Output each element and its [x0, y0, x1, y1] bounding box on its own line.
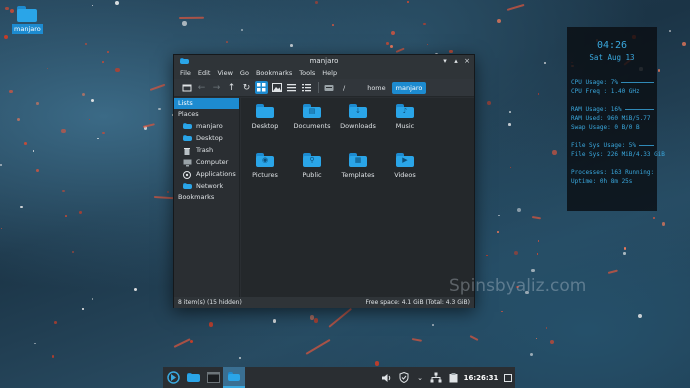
file-item-videos[interactable]: ▶ Videos [382, 153, 428, 179]
sidebar: Lists Places manjaro Desktop Trash Compu… [174, 98, 240, 297]
conky-ram-usage: RAM Usage: 16% [567, 105, 657, 114]
taskbar-clock[interactable]: 16:26:31 [461, 367, 501, 388]
documents-folder-icon: ▤ [303, 104, 321, 118]
folder-icon [17, 6, 37, 22]
menu-tools[interactable]: Tools [299, 69, 315, 77]
desktop-folder-icon [183, 134, 192, 142]
home-folder-icon [183, 122, 192, 130]
new-window-icon[interactable] [180, 81, 193, 94]
file-item-documents[interactable]: ▤ Documents [289, 104, 335, 130]
app-launcher-icon[interactable] [163, 367, 183, 388]
breadcrumb-home[interactable]: home [363, 82, 389, 94]
conky-swap: Swap Usage: 0 B/0 B [571, 124, 640, 131]
network-icon[interactable] [427, 367, 445, 388]
menu-bookmarks[interactable]: Bookmarks [256, 69, 292, 77]
sidebar-places-header: Places [178, 110, 199, 118]
conky-cpu-usage: CPU Usage: 7% [567, 78, 657, 87]
status-item-count: 8 item(s) (15 hidden) [178, 299, 242, 306]
window-titlebar[interactable]: manjaro ▾ ▴ × [174, 55, 474, 67]
icon-view-icon[interactable] [255, 81, 268, 94]
templates-folder-icon: ▦ [349, 153, 367, 167]
desktop-folder-icon [256, 104, 274, 118]
drive-icon[interactable] [322, 81, 335, 94]
task-file-manager[interactable] [223, 367, 245, 388]
app-folder-icon [180, 58, 189, 64]
toolbar: ← → ↑ ↻ / home manjaro [174, 79, 474, 97]
close-icon[interactable]: × [462, 55, 472, 67]
sidebar-item-network[interactable]: Network [174, 180, 239, 192]
forward-arrow-icon[interactable]: → [210, 81, 223, 94]
sidebar-item-trash[interactable]: Trash [174, 144, 239, 156]
maximize-icon[interactable]: ▴ [451, 55, 461, 67]
videos-folder-icon: ▶ [396, 153, 414, 167]
sidebar-item-manjaro[interactable]: manjaro [174, 120, 239, 132]
show-desktop-icon[interactable] [501, 367, 515, 388]
menu-go[interactable]: Go [240, 69, 249, 77]
conky-time: 04:26 [596, 40, 628, 51]
menu-file[interactable]: File [180, 69, 191, 77]
file-item-downloads[interactable]: ↓ Downloads [335, 104, 381, 130]
fs-usage-bar [639, 144, 654, 147]
applications-icon [183, 170, 192, 179]
status-bar: 8 item(s) (15 hidden) Free space: 4.1 Gi… [174, 297, 474, 308]
breadcrumb-root[interactable]: / [339, 82, 349, 94]
thumbnail-view-icon[interactable] [270, 81, 283, 94]
sidebar-lists[interactable]: Lists [174, 98, 239, 109]
music-folder-icon: ♪ [396, 104, 414, 118]
conky-date: Sat Aug 13 [589, 53, 635, 62]
cpu-usage-bar [620, 81, 654, 84]
menu-edit[interactable]: Edit [198, 69, 211, 77]
clipboard-icon[interactable] [445, 367, 461, 388]
file-view: Desktop ▤ Documents ↓ Downloads ♪ Music … [241, 98, 474, 297]
menu-bar: File Edit View Go Bookmarks Tools Help [174, 67, 474, 79]
terminal-icon[interactable] [203, 367, 223, 388]
folder-icon [228, 372, 240, 381]
conky-fs-usage: File Sys Usage: 5% [567, 141, 657, 150]
sidebar-item-desktop[interactable]: Desktop [174, 132, 239, 144]
conky-uptime: Uptime: 0h 8m 25s [571, 178, 633, 185]
file-item-public[interactable]: ⚲ Public [289, 153, 335, 179]
menu-help[interactable]: Help [322, 69, 337, 77]
computer-icon [183, 159, 192, 166]
network-folder-icon [183, 182, 192, 190]
conky-cpu-freq: CPU Freq : 1.40 GHz [571, 88, 640, 95]
file-manager-window: manjaro ▾ ▴ × File Edit View Go Bookmark… [173, 54, 475, 308]
conky-ram-used: RAM Used: 960 MiB/5.77 [571, 115, 651, 122]
reload-icon[interactable]: ↻ [240, 81, 253, 94]
up-arrow-icon[interactable]: ↑ [225, 81, 238, 94]
watermark: Spinsbyaliz.com [449, 276, 587, 296]
file-item-music[interactable]: ♪ Music [382, 104, 428, 130]
back-arrow-icon[interactable]: ← [195, 81, 208, 94]
file-item-desktop[interactable]: Desktop [242, 104, 288, 130]
breadcrumb-current[interactable]: manjaro [391, 81, 427, 94]
conky-system-monitor: 04:26 Sat Aug 13 CPU Usage: 7% CPU Freq … [567, 27, 665, 211]
downloads-folder-icon: ↓ [349, 104, 367, 118]
public-folder-icon: ⚲ [303, 153, 321, 167]
minimize-icon[interactable]: ▾ [440, 55, 450, 67]
volume-icon[interactable] [377, 367, 395, 388]
desktop-folder-label: manjaro [12, 24, 43, 34]
conky-processes: Processes: 163 Running: [571, 169, 655, 176]
sidebar-item-applications[interactable]: Applications [174, 168, 239, 180]
taskbar: ⌄ 16:26:31 [163, 367, 515, 388]
file-manager-launcher-icon[interactable] [183, 367, 203, 388]
file-item-pictures[interactable]: ◉ Pictures [242, 153, 288, 179]
ram-usage-bar [624, 108, 654, 111]
compact-view-icon[interactable] [285, 81, 298, 94]
shield-icon[interactable] [395, 367, 413, 388]
status-free-space: Free space: 4.1 GiB (Total: 4.3 GiB) [365, 299, 470, 306]
detailed-list-icon[interactable] [300, 81, 313, 94]
file-item-templates[interactable]: ▦ Templates [335, 153, 381, 179]
trash-icon [183, 147, 192, 155]
conky-fs: File Sys: 226 MiB/4.33 GiB [571, 151, 665, 158]
tray-expand-icon[interactable]: ⌄ [413, 367, 427, 388]
sidebar-item-computer[interactable]: Computer [174, 156, 239, 168]
desktop-folder-manjaro[interactable]: manjaro [12, 6, 43, 34]
pictures-folder-icon: ◉ [256, 153, 274, 167]
sidebar-bookmarks-header: Bookmarks [178, 193, 215, 201]
window-title: manjaro [309, 57, 339, 65]
menu-view[interactable]: View [217, 69, 232, 77]
